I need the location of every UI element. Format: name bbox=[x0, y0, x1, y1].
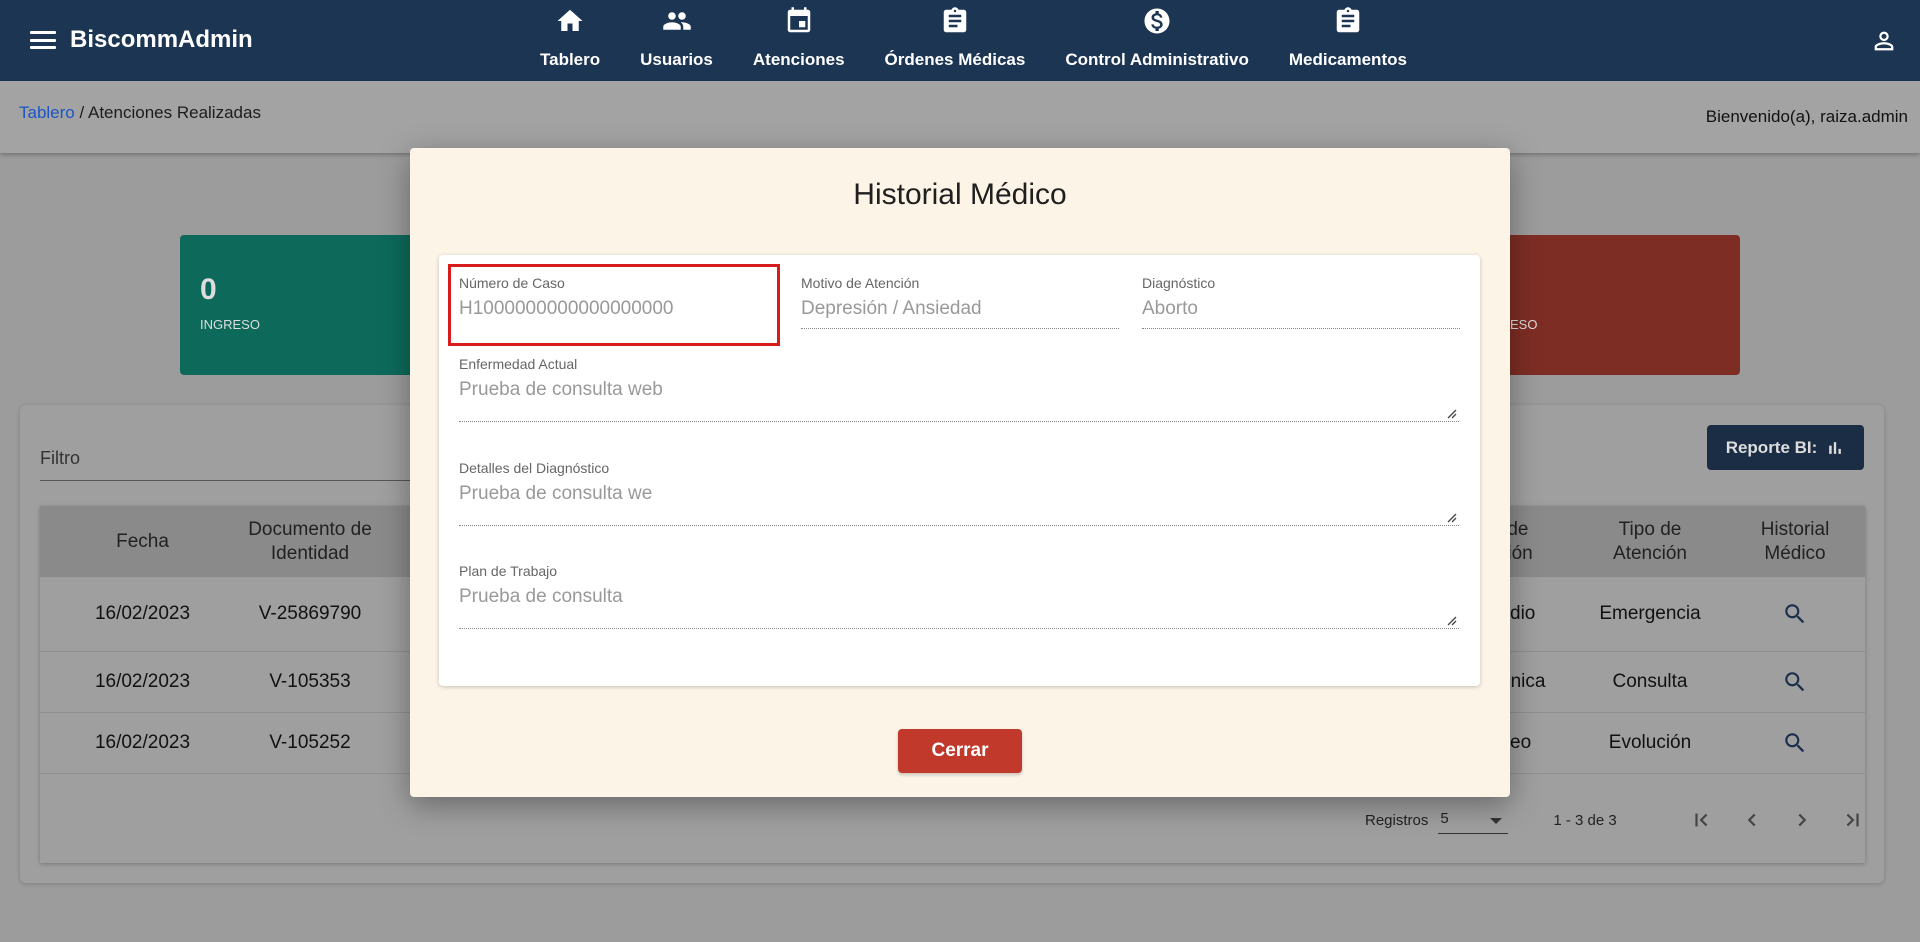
clipboard-icon bbox=[943, 7, 967, 33]
column-header-historial[interactable]: Historial Médico bbox=[1740, 506, 1850, 577]
breadcrumb-separator: / bbox=[74, 103, 88, 122]
current-illness-textarea[interactable]: Enfermedad Actual Prueba de consulta web bbox=[459, 356, 1459, 422]
clipboard-icon bbox=[1336, 7, 1360, 33]
close-button[interactable]: Cerrar bbox=[898, 729, 1022, 773]
users-icon bbox=[662, 12, 691, 30]
page-size-value: 5 bbox=[1440, 810, 1449, 827]
nav-item-tablero[interactable]: Tablero bbox=[520, 0, 620, 81]
cell-conexion: ónica bbox=[1500, 671, 1546, 692]
account-icon[interactable] bbox=[1870, 27, 1898, 55]
diagnosis-details-textarea[interactable]: Detalles del Diagnóstico Prueba de consu… bbox=[459, 460, 1459, 526]
medical-history-dialog: Historial Médico Número de Caso H1000000… bbox=[410, 148, 1510, 797]
page-range: 1 - 3 de 3 bbox=[1553, 811, 1617, 829]
attention-reason-field[interactable]: Motivo de Atención Depresión / Ansiedad bbox=[801, 275, 1119, 329]
cell-tipo: Consulta bbox=[1612, 671, 1688, 692]
search-icon[interactable] bbox=[1740, 713, 1850, 773]
field-value: Prueba de consulta we bbox=[459, 483, 653, 504]
cell-conexion: dio bbox=[1510, 603, 1536, 624]
breadcrumb-link-tablero[interactable]: Tablero bbox=[19, 103, 75, 122]
paginator: Registros 5 1 - 3 de 3 bbox=[1365, 800, 1877, 840]
field-value: Aborto bbox=[1142, 298, 1198, 319]
resize-handle-icon[interactable] bbox=[1447, 510, 1457, 523]
breadcrumb: Tablero / Atenciones Realizadas bbox=[19, 103, 261, 123]
nav-label: Medicamentos bbox=[1288, 50, 1407, 69]
dollar-icon bbox=[1144, 8, 1170, 34]
field-label: Número de Caso bbox=[459, 275, 565, 291]
resize-handle-icon[interactable] bbox=[1447, 406, 1457, 419]
first-page-icon[interactable] bbox=[1677, 809, 1727, 831]
cell-tipo: Evolución bbox=[1608, 732, 1692, 753]
stat-caption: ESO bbox=[1510, 317, 1538, 332]
cell-fecha: 16/02/2023 bbox=[94, 603, 191, 624]
cell-conexion: eo bbox=[1510, 732, 1532, 753]
stat-caption: INGRESO bbox=[200, 317, 260, 332]
column-header-documento[interactable]: Documento de Identidad bbox=[245, 506, 375, 577]
work-plan-textarea[interactable]: Plan de Trabajo Prueba de consulta bbox=[459, 563, 1459, 629]
nav-label: Atenciones bbox=[752, 50, 845, 69]
main-nav: Tablero Usuarios Atenciones Órdenes Médi… bbox=[520, 0, 1427, 81]
cell-documento: V-105252 bbox=[269, 732, 351, 753]
next-page-icon[interactable] bbox=[1777, 809, 1827, 831]
resize-handle-icon[interactable] bbox=[1447, 613, 1457, 626]
dialog-title: Historial Médico bbox=[853, 178, 1067, 211]
last-page-icon[interactable] bbox=[1827, 809, 1877, 831]
filter-placeholder: Filtro bbox=[40, 448, 80, 468]
field-label: Diagnóstico bbox=[1142, 275, 1216, 291]
field-value: Depresión / Ansiedad bbox=[801, 298, 982, 319]
cell-fecha: 16/02/2023 bbox=[94, 671, 191, 692]
nav-item-usuarios[interactable]: Usuarios bbox=[620, 0, 733, 81]
field-label: Detalles del Diagnóstico bbox=[459, 460, 610, 476]
stat-card-egreso: ESO bbox=[1470, 235, 1740, 375]
calendar-icon bbox=[787, 7, 810, 33]
field-label: Plan de Trabajo bbox=[459, 563, 558, 579]
filter-input[interactable]: Filtro bbox=[40, 448, 410, 481]
stat-card-ingreso: 0 INGRESO bbox=[180, 235, 440, 375]
column-header-tipo-atencion[interactable]: Tipo de Atención bbox=[1600, 506, 1700, 577]
page-size-label: Registros bbox=[1365, 811, 1429, 829]
nav-label: Usuarios bbox=[640, 50, 713, 69]
report-bi-label: Reporte BI: bbox=[1725, 437, 1818, 457]
case-number-field[interactable]: Número de Caso H1000000000000000000 bbox=[448, 264, 780, 346]
search-icon[interactable] bbox=[1740, 652, 1850, 712]
home-icon bbox=[557, 9, 583, 31]
nav-item-atenciones[interactable]: Atenciones bbox=[733, 0, 865, 81]
app-name: BiscommAdmin bbox=[70, 26, 253, 53]
report-bi-button[interactable]: Reporte BI: bbox=[1707, 425, 1864, 470]
brand: BiscommAdmin bbox=[30, 26, 253, 54]
menu-icon[interactable] bbox=[30, 31, 56, 49]
cell-fecha: 16/02/2023 bbox=[94, 732, 191, 753]
field-label: Enfermedad Actual bbox=[459, 356, 578, 372]
page-size-select[interactable]: 5 bbox=[1438, 806, 1509, 834]
breadcrumb-current: Atenciones Realizadas bbox=[88, 103, 261, 122]
field-value: H1000000000000000000 bbox=[459, 298, 674, 319]
stat-value: 0 bbox=[200, 273, 217, 306]
field-label: Motivo de Atención bbox=[801, 275, 920, 291]
field-value: Prueba de consulta web bbox=[459, 379, 663, 400]
cell-documento: V-25869790 bbox=[258, 603, 362, 624]
cell-documento: V-105353 bbox=[269, 671, 351, 692]
top-app-bar: BiscommAdmin Tablero Usuarios Atenciones… bbox=[0, 0, 1920, 81]
dropdown-arrow-icon bbox=[1490, 818, 1503, 824]
field-value: Prueba de consulta bbox=[459, 586, 623, 607]
nav-label: Órdenes Médicas bbox=[884, 50, 1026, 69]
field-underline bbox=[459, 421, 1459, 422]
nav-item-medicamentos[interactable]: Medicamentos bbox=[1269, 0, 1427, 81]
breadcrumb-bar: Tablero / Atenciones Realizadas Bienveni… bbox=[0, 81, 1920, 153]
field-underline bbox=[1142, 328, 1460, 329]
search-icon[interactable] bbox=[1740, 577, 1850, 651]
field-underline bbox=[801, 328, 1119, 329]
nav-item-control-administrativo[interactable]: Control Administrativo bbox=[1045, 0, 1269, 81]
welcome-text: Bienvenido(a), raiza.admin bbox=[1705, 107, 1908, 126]
nav-label: Control Administrativo bbox=[1065, 50, 1249, 69]
field-underline bbox=[459, 525, 1459, 526]
field-underline bbox=[459, 628, 1459, 629]
diagnosis-field[interactable]: Diagnóstico Aborto bbox=[1142, 275, 1460, 329]
nav-label: Tablero bbox=[540, 50, 601, 69]
medical-history-form: Número de Caso H1000000000000000000 Moti… bbox=[439, 255, 1480, 686]
previous-page-icon[interactable] bbox=[1727, 809, 1777, 831]
column-header-fecha[interactable]: Fecha bbox=[40, 506, 245, 577]
bar-chart-icon bbox=[1829, 441, 1842, 454]
nav-item-ordenes-medicas[interactable]: Órdenes Médicas bbox=[865, 0, 1046, 81]
cell-tipo: Emergencia bbox=[1599, 603, 1701, 624]
